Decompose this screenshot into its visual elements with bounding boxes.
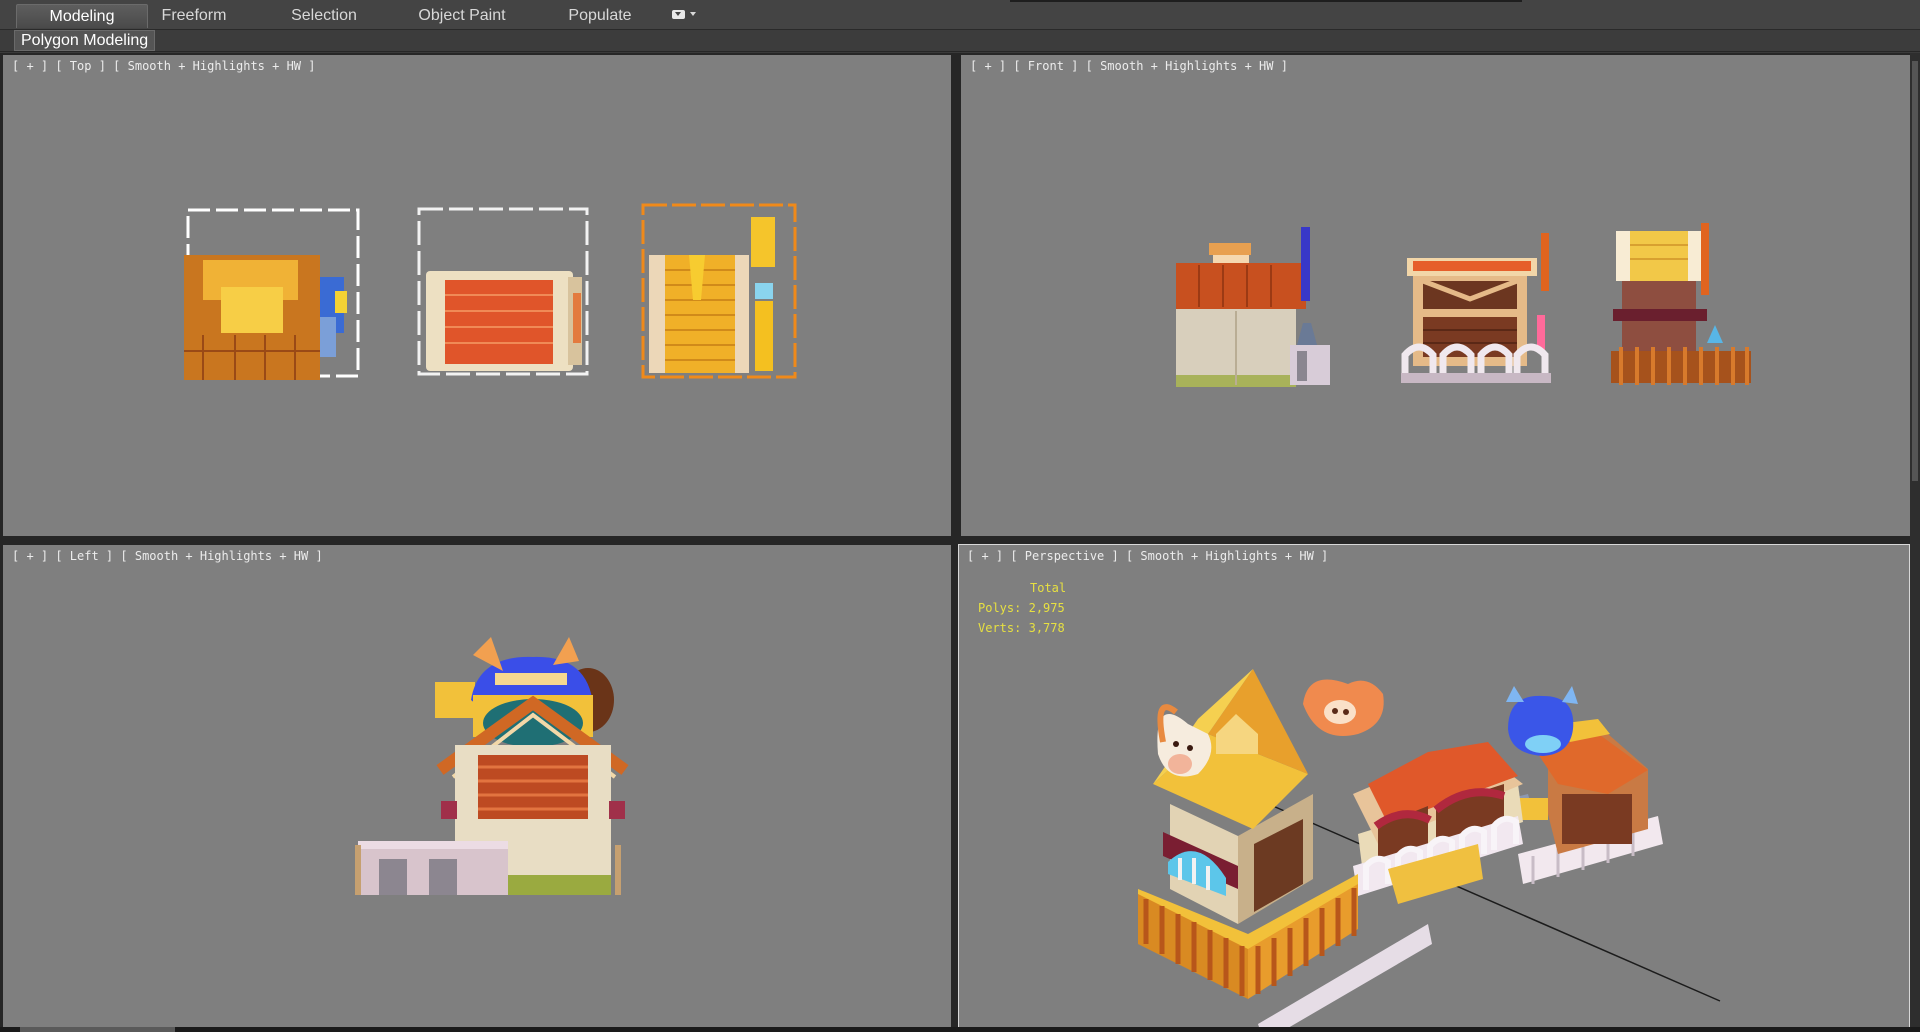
dropdown-toggle-icon: [672, 10, 685, 19]
tab-object-paint[interactable]: Object Paint: [410, 4, 514, 28]
barn-1-top-view: [184, 208, 360, 380]
tab-freeform[interactable]: Freeform: [150, 4, 238, 28]
viewport-right-scrollbar[interactable]: [1910, 53, 1920, 1032]
tab-populate[interactable]: Populate: [560, 4, 640, 28]
ribbon-tab-bar: Modeling Freeform Selection Object Paint…: [0, 0, 1920, 30]
bottom-time-slider-bar[interactable]: [0, 1027, 1920, 1032]
time-slider-handle[interactable]: [20, 1027, 175, 1032]
left-view-scene: [355, 637, 629, 895]
ribbon-top-divider: [1010, 0, 1522, 2]
ribbon-panel-bar: Polygon Modeling: [0, 30, 1920, 52]
barn-2-perspective: [1303, 679, 1523, 904]
viewport-perspective[interactable]: [ + ] [ Perspective ] [ Smooth + Highlig…: [958, 544, 1910, 1031]
top-view-scene: [184, 203, 797, 380]
barn-2-front-view: [1401, 233, 1551, 383]
viewport-front[interactable]: [ + ] [ Front ] [ Smooth + Highlights + …: [961, 55, 1910, 536]
scrollbar-handle[interactable]: [1912, 61, 1918, 481]
viewport-area: [ + ] [ Top ] [ Smooth + Highlights + HW…: [0, 53, 1920, 1032]
front-view-scene: [1176, 223, 1751, 387]
polygon-modeling-panel-button[interactable]: Polygon Modeling: [14, 30, 156, 51]
perspective-view-scene: [1138, 669, 1721, 1031]
tab-modeling[interactable]: Modeling: [16, 4, 148, 28]
viewport-top[interactable]: [ + ] [ Top ] [ Smooth + Highlights + HW…: [3, 55, 951, 536]
barn-3-top-view: [641, 203, 797, 379]
ribbon-options-button[interactable]: [668, 8, 698, 22]
viewport-left[interactable]: [ + ] [ Left ] [ Smooth + Highlights + H…: [3, 545, 951, 1028]
barn-2-top-view: [417, 207, 589, 376]
barn-3-front-view: [1611, 223, 1751, 385]
chevron-down-icon: [690, 12, 696, 16]
barn-1-front-view: [1176, 227, 1330, 387]
tab-selection[interactable]: Selection: [280, 4, 368, 28]
barn-left-view: [355, 637, 629, 895]
